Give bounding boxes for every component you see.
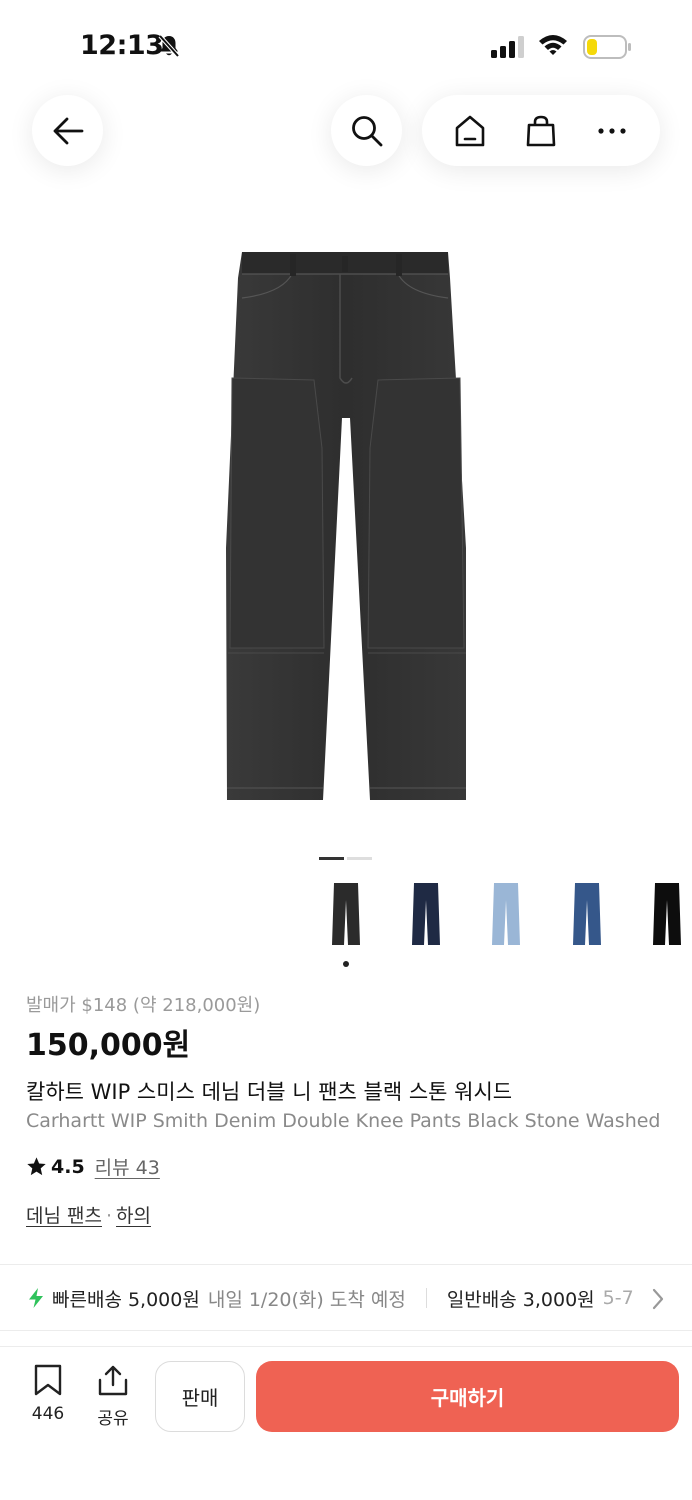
product-image[interactable] [222,248,470,806]
category-link-denim-pants[interactable]: 데님 팬츠 [26,1205,102,1227]
thumbnail-black[interactable] [641,882,692,954]
status-bar: 12:13 [0,0,692,90]
nav-action-group [422,95,660,166]
share-label: 공유 [97,1409,129,1429]
product-title-korean: 칼하트 WIP 스미스 데님 더블 니 팬츠 블랙 스톤 워시드 [26,1080,513,1104]
thumbnail-light-blue[interactable] [480,882,532,954]
rating-row: 4.5 리뷰 43 [26,1153,160,1180]
shipping-separator [425,1288,427,1308]
thumbnail-black-stone-washed[interactable] [320,882,372,954]
back-button[interactable] [32,95,103,166]
black-stone-washed-jeans-icon [332,883,360,945]
normal-shipping-date: 5-7 [602,1287,634,1309]
star-icon [27,1157,46,1176]
product-title-english: Carhartt WIP Smith Denim Double Knee Pan… [26,1110,661,1132]
shipping-options[interactable]: 빠른배송 5,000원 내일 1/20(화) 도착 예정 일반배송 3,000원… [26,1285,692,1311]
share-icon [98,1365,128,1396]
home-icon[interactable] [453,114,487,148]
black-jeans-icon [653,883,681,945]
section-divider [0,1264,692,1265]
indicator-bar [347,857,372,860]
buy-button[interactable]: 구매하기 [256,1361,679,1432]
search-button[interactable] [331,95,402,166]
fast-shipping-date: 내일 1/20(화) 도착 예정 [207,1288,406,1311]
section-divider [0,1330,692,1331]
battery-icon [583,35,631,59]
arrow-left-icon [53,117,83,144]
fast-shipping-label: 빠른배송 5,000원 [52,1288,200,1311]
rating-value: 4.5 [51,1155,85,1178]
status-time: 12:13 [80,30,164,61]
search-icon [351,115,382,146]
wifi-icon [539,35,567,55]
image-page-indicator [319,857,372,860]
cellular-signal-icon [491,36,524,58]
selected-thumbnail-dot [343,961,349,967]
lightning-bolt-icon [29,1288,43,1308]
more-dots-icon[interactable] [595,114,629,148]
shopping-bag-icon[interactable] [524,114,558,148]
sell-button[interactable]: 판매 [155,1361,245,1432]
category-link-bottoms[interactable]: 하의 [116,1205,151,1227]
normal-shipping-label: 일반배송 3,000원 [446,1288,595,1311]
category-breadcrumb: 데님 팬츠 · 하의 [26,1201,151,1228]
review-count-link[interactable]: 리뷰 43 [95,1153,160,1180]
indicator-bar-active [319,857,344,860]
share-button[interactable]: 공유 [90,1364,136,1429]
release-price: 발매가 $148 (약 218,000원) [26,995,261,1016]
bell-slash-icon [158,34,180,58]
dark-navy-jeans-icon [412,883,440,945]
wishlist-count: 446 [31,1404,65,1424]
thumbnail-mid-blue[interactable] [561,882,613,954]
wishlist-button[interactable]: 446 [24,1364,72,1424]
current-price: 150,000원 [26,1028,191,1063]
mid-blue-jeans-icon [573,883,601,945]
chevron-right-icon[interactable] [650,1288,666,1310]
bookmark-icon [34,1364,62,1396]
category-separator: · [105,1205,113,1227]
color-thumbnails [0,882,692,972]
light-blue-jeans-icon [492,883,520,945]
thumbnail-dark-navy[interactable] [400,882,452,954]
